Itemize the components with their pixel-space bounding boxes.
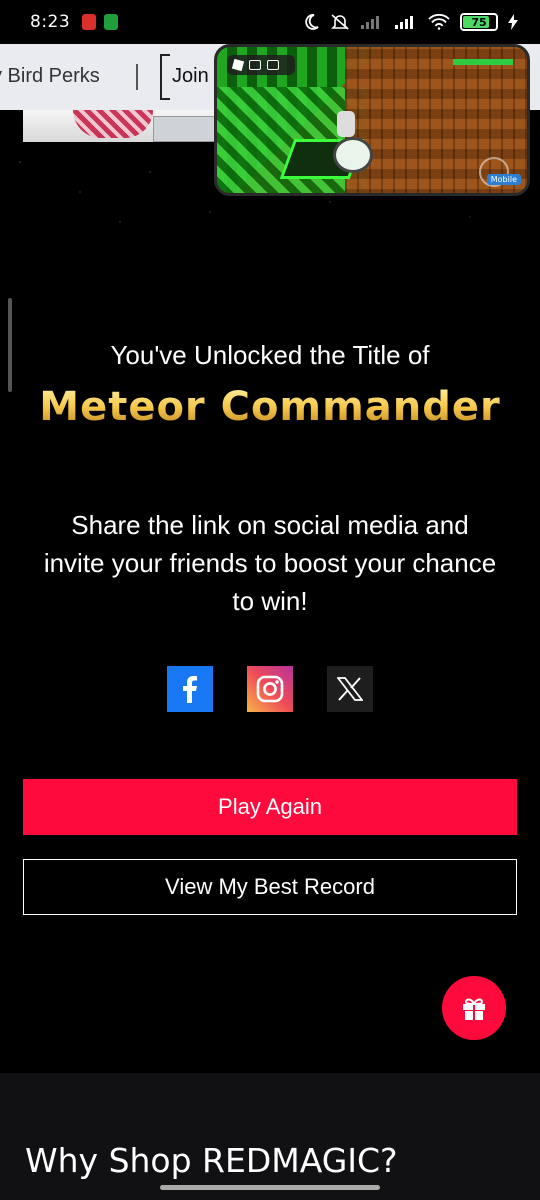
gift-button[interactable] xyxy=(442,976,506,1040)
menu-icon[interactable] xyxy=(249,60,261,70)
x-icon[interactable] xyxy=(327,666,373,712)
battery-level: 75 xyxy=(471,15,487,29)
status-icons: 75 xyxy=(302,13,518,31)
status-bar: 8:23 75 xyxy=(0,0,540,44)
shield-app-icon xyxy=(82,14,97,30)
nav-divider xyxy=(136,64,138,90)
play-again-button[interactable]: Play Again xyxy=(23,779,517,835)
share-instructions: Share the link on social media and invit… xyxy=(43,510,497,616)
social-share-row xyxy=(0,666,540,712)
wifi-icon xyxy=(428,14,450,30)
product-device-graphic xyxy=(153,116,223,142)
instagram-icon[interactable] xyxy=(247,666,293,712)
status-time: 8:23 xyxy=(30,12,71,32)
roblox-logo-icon[interactable] xyxy=(231,58,245,72)
signal-icon xyxy=(361,16,379,29)
view-best-record-button[interactable]: View My Best Record xyxy=(23,859,517,915)
security-app-icon xyxy=(104,14,119,30)
mute-icon xyxy=(331,14,349,30)
charging-icon xyxy=(508,14,518,30)
moon-icon xyxy=(305,14,319,30)
why-shop-heading: Why Shop REDMAGIC? xyxy=(25,1141,398,1180)
why-shop-section: Why Shop REDMAGIC? xyxy=(0,1073,540,1200)
unlock-label: You've Unlocked the Title of xyxy=(110,340,430,370)
signal-icon xyxy=(395,16,413,29)
game-object xyxy=(333,137,373,173)
product-logo-graphic xyxy=(73,110,153,138)
product-thumbnail xyxy=(23,110,223,142)
battery-icon: 75 xyxy=(460,13,498,31)
game-mode-tag: Mobile xyxy=(486,174,521,185)
game-toolbar[interactable] xyxy=(227,55,295,75)
health-bar xyxy=(453,59,513,65)
chat-icon[interactable] xyxy=(267,60,279,70)
unlocked-title: Meteor Commander xyxy=(0,384,540,430)
gift-icon xyxy=(463,998,485,1020)
nav-item-bird-perks[interactable]: y Bird Perks xyxy=(0,65,100,88)
game-character xyxy=(337,111,355,137)
nav-item-join[interactable]: Join xyxy=(172,65,209,88)
facebook-icon[interactable] xyxy=(167,666,213,712)
floating-game-window[interactable]: Mobile xyxy=(214,44,530,196)
home-indicator[interactable] xyxy=(160,1185,380,1190)
